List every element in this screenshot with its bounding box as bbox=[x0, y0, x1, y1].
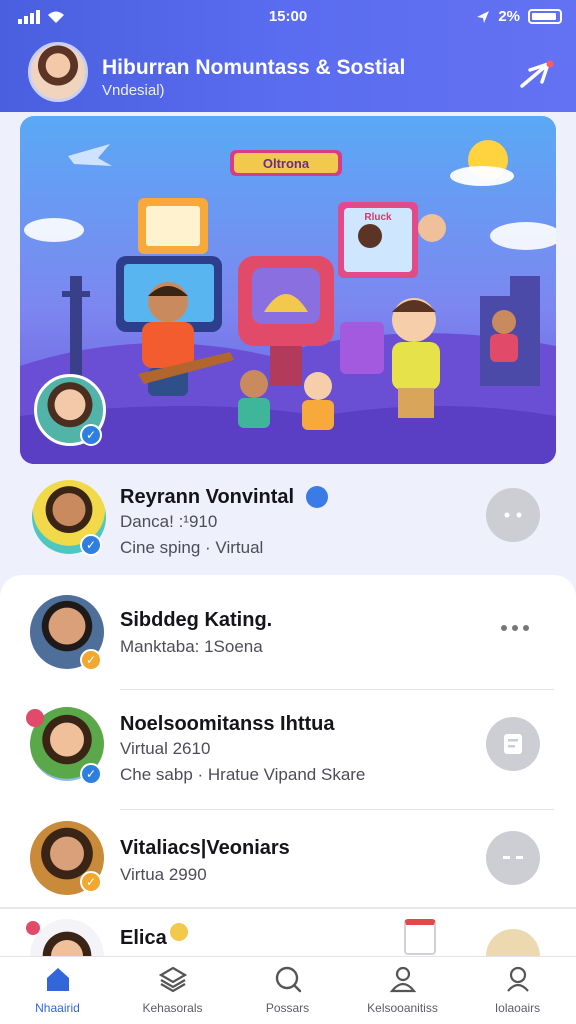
chat-icon bbox=[504, 512, 522, 518]
send-icon[interactable] bbox=[518, 60, 554, 90]
online-badge-icon: ✓ bbox=[80, 534, 102, 556]
tab-layers[interactable]: Kehasorals bbox=[115, 957, 230, 1024]
calendar-icon[interactable] bbox=[404, 919, 436, 955]
status-badge-icon: ✓ bbox=[80, 649, 102, 671]
contact-name: Elica bbox=[120, 927, 167, 949]
contact-meta: Virtual 2610 bbox=[120, 739, 211, 758]
user-icon bbox=[389, 966, 417, 993]
tab-label: Possars bbox=[265, 1001, 310, 1015]
contact-name: Vitaliacs|Veoniars bbox=[120, 837, 290, 859]
action-button[interactable] bbox=[486, 929, 540, 959]
profile-avatar[interactable] bbox=[28, 42, 88, 102]
contact-name: Reyrann Vonvintal bbox=[120, 486, 295, 508]
note-button[interactable] bbox=[486, 717, 540, 771]
list-item[interactable]: ✓ Sibddeg Kating. Manktaba: 1Soena bbox=[0, 575, 576, 689]
flower-icon bbox=[26, 921, 40, 935]
status-badge-icon: ✓ bbox=[80, 871, 102, 893]
contact-list: ✓ Sibddeg Kating. Manktaba: 1Soena ✓ Noe… bbox=[0, 575, 576, 959]
page-title: Hiburran Nomuntass & Sostial bbox=[102, 56, 406, 79]
layers-icon bbox=[159, 966, 187, 993]
contact-meta: Virtua 2990 bbox=[120, 865, 207, 884]
chat-icon bbox=[503, 856, 523, 859]
featured-contact[interactable]: ✓ Reyrann Vonvintal Danca! :¹910 Cine sp… bbox=[0, 470, 576, 574]
verified-badge-icon: ✓ bbox=[80, 763, 102, 785]
app-header: 15:00 2% Hiburran Nomuntass & Sostial Vn… bbox=[0, 0, 576, 112]
more-options-icon[interactable] bbox=[500, 623, 530, 633]
note-icon bbox=[504, 734, 522, 754]
banner-sign: Oltrona bbox=[230, 150, 342, 176]
tab-label: Iolaoairs bbox=[494, 1001, 541, 1015]
bottom-tab-bar: Nhaairid Kehasorals Possars Kelsooanitis… bbox=[0, 956, 576, 1024]
location-icon bbox=[477, 10, 490, 23]
featured-banner[interactable]: Oltrona Rluck ✓ bbox=[20, 116, 556, 464]
avatar bbox=[30, 919, 104, 959]
contact-name: Noelsoomitanss Ihttua bbox=[120, 713, 335, 735]
chat-bubble-icon[interactable] bbox=[486, 831, 540, 885]
tab-search[interactable]: Possars bbox=[230, 957, 345, 1024]
status-bar: 15:00 2% bbox=[0, 8, 576, 28]
tab-profile[interactable]: Kelsooanitiss bbox=[345, 957, 460, 1024]
battery-icon bbox=[528, 9, 562, 24]
search-icon bbox=[275, 966, 302, 993]
contact-meta: Danca! :¹910 bbox=[120, 512, 218, 531]
page-subtitle: Vndesial) bbox=[102, 82, 165, 99]
hand-icon bbox=[170, 923, 188, 941]
home-icon bbox=[47, 968, 69, 991]
svg-text:Oltrona: Oltrona bbox=[263, 156, 310, 171]
contact-status: Cine sping · Virtual bbox=[120, 538, 264, 557]
contact-name: Sibddeg Kating. bbox=[120, 609, 273, 631]
tab-label: Nhaairid bbox=[35, 1001, 80, 1015]
tab-discover[interactable]: Iolaoairs bbox=[460, 957, 575, 1024]
list-item[interactable]: ✓ Noelsoomitanss Ihttua Virtual 2610 Che… bbox=[0, 689, 576, 809]
tab-label: Kelsooanitiss bbox=[367, 1001, 438, 1015]
list-item[interactable]: ✓ Vitaliacs|Veoniars Virtua 2990 bbox=[0, 809, 576, 909]
tab-label: Kehasorals bbox=[142, 1001, 203, 1015]
flower-icon bbox=[26, 709, 44, 727]
tab-home[interactable]: Nhaairid bbox=[0, 957, 115, 1024]
chat-bubble-icon[interactable] bbox=[486, 488, 540, 542]
list-item[interactable]: Elica bbox=[0, 909, 576, 959]
poster-text: Rluck bbox=[364, 212, 392, 223]
verified-icon bbox=[306, 486, 328, 508]
battery-percent: 2% bbox=[498, 8, 520, 25]
verified-badge-icon: ✓ bbox=[80, 424, 102, 446]
search-user-icon bbox=[507, 966, 529, 992]
contact-status: Che sabp · Hratue Vipand Skare bbox=[120, 765, 366, 784]
contact-meta: Manktaba: 1Soena bbox=[120, 637, 263, 656]
